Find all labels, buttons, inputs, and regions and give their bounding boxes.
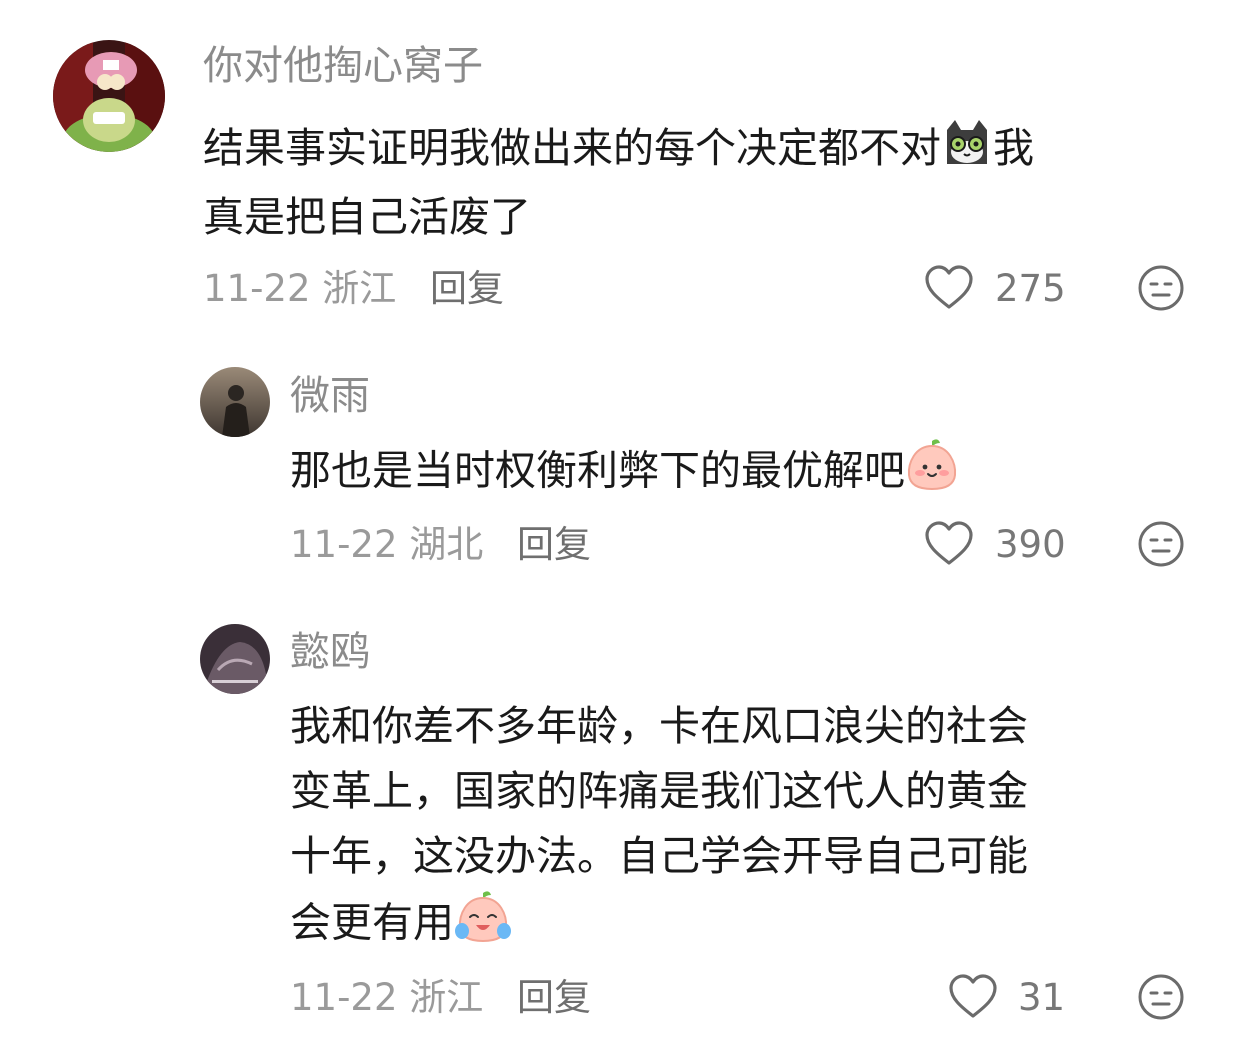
comment-date: 11-22 <box>290 976 398 1019</box>
smiling-peach-emoji-icon <box>905 437 959 510</box>
heart-icon[interactable] <box>948 974 998 1020</box>
comment-text-part: 那也是当时权衡利弊下的最优解吧 <box>290 446 905 495</box>
avatar-image-icon <box>200 367 270 437</box>
avatar-image-icon <box>200 624 270 694</box>
heart-icon[interactable] <box>924 265 974 311</box>
avatar[interactable] <box>53 40 165 152</box>
comment-date: 11-22 <box>290 523 398 566</box>
reply-button[interactable]: 回复 <box>430 267 504 310</box>
comment-text: 那也是当时权衡利弊下的最优解吧 <box>290 437 1210 510</box>
comment-text-line: 十年，这没办法。自己学会开导自己可能 <box>290 832 1028 880</box>
reply-button[interactable]: 回复 <box>517 523 591 566</box>
comment-date: 11-22 <box>203 267 311 310</box>
comment-username[interactable]: 懿鸥 <box>290 632 370 672</box>
comment-location: 浙江 <box>409 976 484 1019</box>
comment-text-line: 变革上，国家的阵痛是我们这代人的黄金 <box>290 767 1028 815</box>
comment-meta: 11-22 浙江 回复 <box>290 979 591 1016</box>
like-count: 275 <box>995 267 1066 310</box>
comment-location: 浙江 <box>322 267 397 310</box>
comment-username[interactable]: 你对他掏心窝子 <box>203 46 483 86</box>
comment-location: 湖北 <box>409 523 484 566</box>
avatar[interactable] <box>200 624 270 694</box>
comment-text: 我和你差不多年龄，卡在风口浪尖的社会 变革上，国家的阵痛是我们这代人的黄金 十年… <box>290 694 1210 962</box>
comment-text-part: 结果事实证明我做出来的每个决定都不对 <box>203 124 941 172</box>
comment-username[interactable]: 微雨 <box>290 376 370 416</box>
dislike-face-icon[interactable] <box>1137 520 1185 568</box>
crying-peach-emoji-icon <box>454 889 512 962</box>
comment-text-line: 真是把自己活废了 <box>203 192 531 241</box>
avatar[interactable] <box>200 367 270 437</box>
comment-text-line: 我和你差不多年龄，卡在风口浪尖的社会 <box>290 702 1028 750</box>
comment-meta: 11-22 湖北 回复 <box>290 526 591 563</box>
like-count: 31 <box>1018 976 1066 1019</box>
comment-text-line: 会更有用 <box>290 898 454 947</box>
comment-text: 结果事实证明我做出来的每个决定都不对 我 真是把自己活废了 <box>203 116 1203 250</box>
dislike-face-icon[interactable] <box>1137 264 1185 312</box>
heart-icon[interactable] <box>924 521 974 567</box>
reply-button[interactable]: 回复 <box>517 976 591 1019</box>
comment-meta: 11-22 浙江 回复 <box>203 270 504 307</box>
cat-emoji-icon <box>941 118 993 185</box>
avatar-image-icon <box>53 40 165 152</box>
dislike-face-icon[interactable] <box>1137 973 1185 1021</box>
comment-text-part: 我 <box>993 124 1034 172</box>
like-count: 390 <box>995 523 1066 566</box>
